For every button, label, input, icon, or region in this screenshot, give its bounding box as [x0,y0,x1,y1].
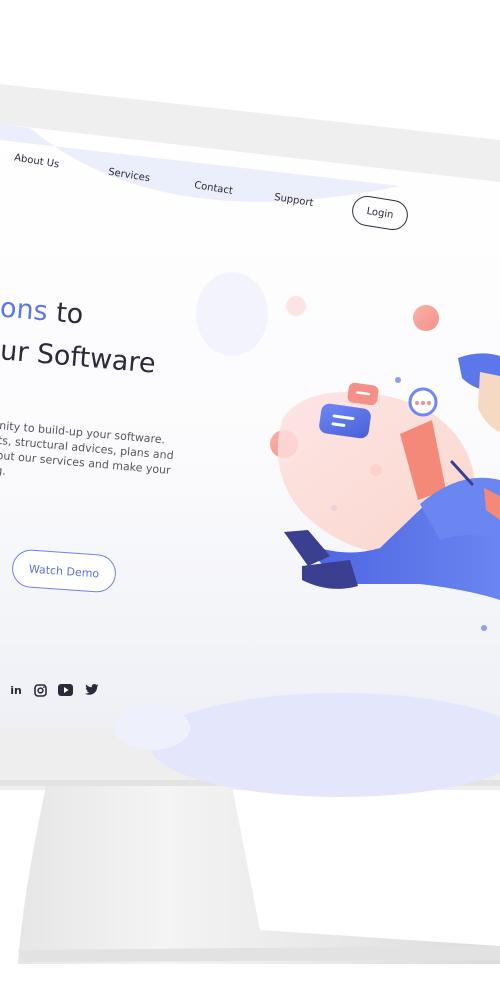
linkedin-icon-text: in [10,683,22,697]
monitor-scene: About Us Services Contact Support Login … [0,0,500,998]
watch-demo-button[interactable]: Watch Demo [10,548,118,594]
twitter-icon-glyph [85,684,99,695]
linkedin-icon[interactable]: in [8,682,24,698]
hero-title-rest: to [46,296,85,331]
hero-title-accent: ons [0,292,50,328]
instagram-icon-glyph [33,683,47,697]
twitter-icon[interactable] [84,682,100,698]
monitor-illustration [0,84,500,964]
instagram-icon[interactable] [32,682,48,698]
youtube-icon[interactable] [57,682,73,698]
youtube-icon-glyph [57,684,73,696]
